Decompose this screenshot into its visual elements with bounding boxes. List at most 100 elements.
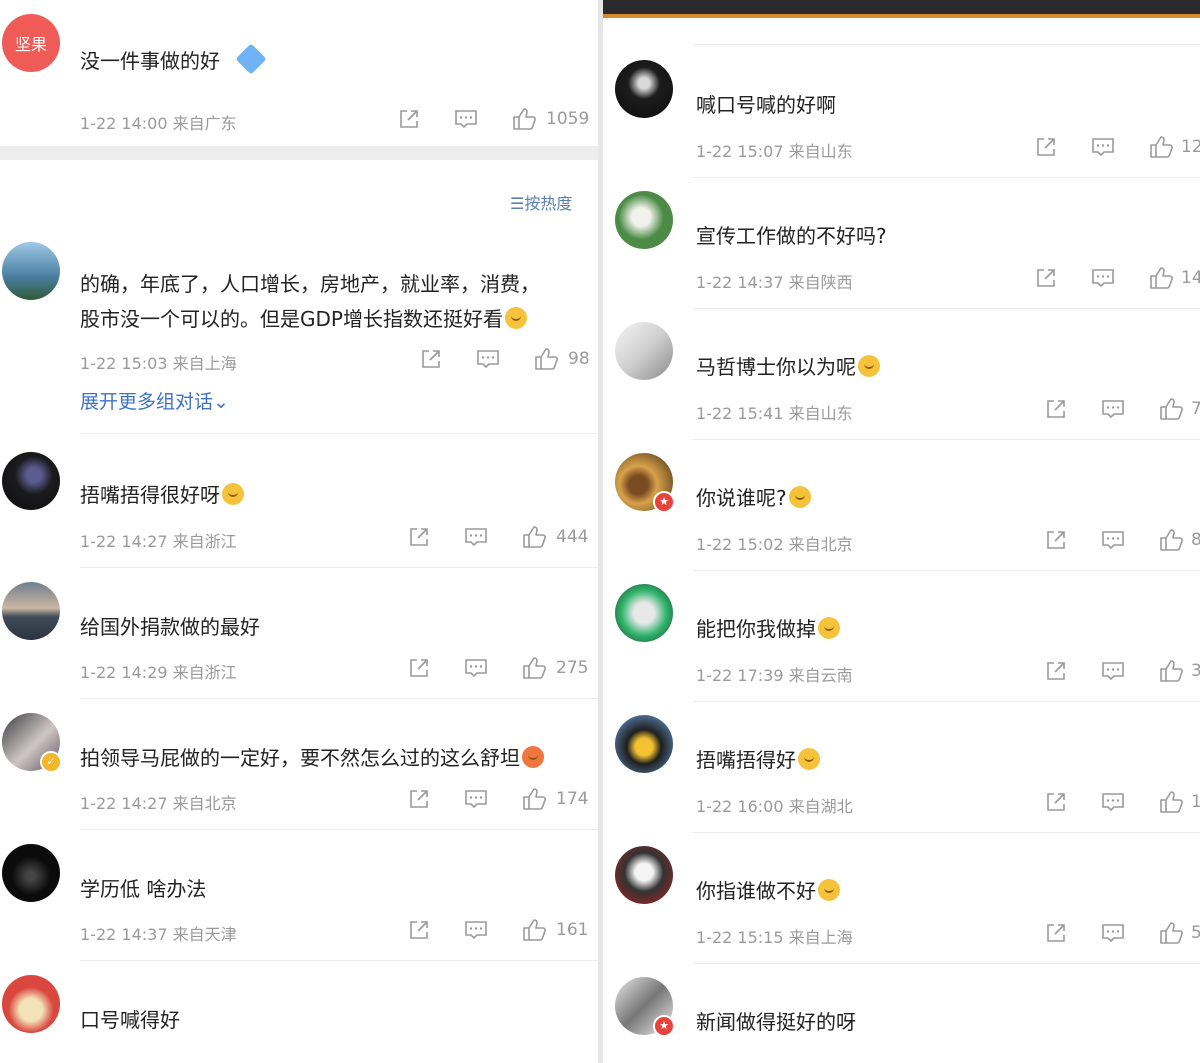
comment-icon[interactable]	[1101, 398, 1125, 420]
avatar[interactable]: ★	[615, 453, 675, 513]
share-icon[interactable]	[1035, 267, 1057, 289]
like-button[interactable]: 174	[522, 787, 588, 811]
share-icon[interactable]	[408, 657, 430, 679]
avatar[interactable]: ★	[615, 977, 675, 1037]
comment-meta: 1-22 15:41 来自山东	[696, 404, 853, 423]
like-button[interactable]: 1	[1159, 790, 1200, 814]
share-icon[interactable]	[1045, 791, 1067, 813]
like-count: 1059	[546, 109, 590, 129]
comment-actions: 14	[1035, 265, 1200, 291]
comment-actions: 275	[408, 655, 588, 681]
comment-actions: 12	[1035, 134, 1200, 160]
avatar[interactable]	[2, 582, 60, 640]
comment-icon[interactable]	[464, 788, 488, 810]
like-button[interactable]: 8	[1159, 528, 1200, 552]
comment-item[interactable]: ★ 新闻做得挺好的呀	[603, 967, 1200, 1063]
share-icon[interactable]	[1045, 922, 1067, 944]
like-button[interactable]: 1059	[512, 107, 589, 131]
right-comment-panel: 喊口号喊的好啊 1-22 15:07 来自山东 12 宣传工作做的不好吗? 1-22…	[603, 0, 1200, 1063]
comment-icon[interactable]	[1101, 791, 1125, 813]
comment-item[interactable]: 的确，年底了，人口增长，房地产，就业率，消费， 股市没一个可以的。但是GDP增长…	[0, 240, 598, 435]
comment-icon[interactable]	[1091, 267, 1115, 289]
thumbs-up-icon	[1160, 791, 1183, 813]
comment-icon[interactable]	[1101, 529, 1125, 551]
sort-toggle[interactable]: ☰按热度	[510, 190, 572, 214]
avatar[interactable]: 坚果	[2, 14, 60, 72]
avatar[interactable]	[615, 715, 673, 773]
share-icon[interactable]	[1045, 398, 1067, 420]
avatar[interactable]	[2, 242, 60, 300]
share-icon[interactable]	[408, 919, 430, 941]
comment-icon[interactable]	[464, 919, 488, 941]
like-button[interactable]: 12	[1149, 135, 1200, 159]
like-button[interactable]: 161	[522, 918, 588, 942]
like-button[interactable]: 5	[1159, 921, 1200, 945]
comment-actions: 444	[408, 524, 588, 550]
comment-item[interactable]: 口号喊得好	[0, 965, 598, 1063]
avatar[interactable]	[2, 975, 60, 1033]
verified-badge-icon: ★	[653, 1015, 675, 1037]
comment-meta: 1-22 16:00 来自湖北	[696, 797, 853, 816]
avatar[interactable]	[2, 844, 60, 902]
like-button[interactable]: 14	[1149, 266, 1200, 290]
comment-meta: 1-22 17:39 来自云南	[696, 666, 853, 685]
avatar[interactable]	[615, 191, 673, 249]
share-icon[interactable]	[1045, 529, 1067, 551]
doge-emoji-icon	[798, 748, 820, 770]
avatar[interactable]	[615, 846, 673, 904]
share-icon[interactable]	[1045, 660, 1067, 682]
like-button[interactable]: 98	[534, 347, 590, 371]
comment-actions: 98	[420, 346, 590, 372]
comment-actions: 161	[408, 917, 588, 943]
comment-item[interactable]: 学历低 啥办法 1-22 14:37 来自天津 161	[0, 834, 598, 964]
sort-icon: ☰	[510, 194, 525, 213]
avatar[interactable]	[2, 452, 60, 510]
comment-meta: 1-22 15:02 来自北京	[696, 535, 853, 554]
comment-icon[interactable]	[476, 348, 500, 370]
comment-icon[interactable]	[1101, 922, 1125, 944]
comment-text: 给国外捐款做的最好	[80, 615, 260, 639]
comment-icon[interactable]	[464, 657, 488, 679]
comment-item[interactable]: 你指谁做不好 1-22 15:15 来自上海 5	[603, 836, 1200, 966]
comment-text: 你说谁呢?	[696, 481, 811, 515]
comment-item[interactable]: 捂嘴捂得很好呀 1-22 14:27 来自浙江 444	[0, 440, 598, 570]
avatar[interactable]: ✓	[2, 713, 62, 773]
comment-item[interactable]: 坚果 没一件事做的好 1-22 14:00 来自广东 1059	[0, 0, 598, 145]
comment-meta: 1-22 14:27 来自北京	[80, 794, 237, 813]
comment-icon[interactable]	[1091, 136, 1115, 158]
divider	[693, 832, 1200, 833]
like-button[interactable]: 3	[1159, 659, 1200, 683]
comment-item[interactable]: 给国外捐款做的最好 1-22 14:29 来自浙江 275	[0, 572, 598, 702]
comment-actions: 5	[1045, 920, 1200, 946]
share-icon[interactable]	[408, 788, 430, 810]
share-icon[interactable]	[408, 526, 430, 548]
like-button[interactable]: 275	[522, 656, 588, 680]
thumbs-up-icon	[523, 788, 546, 810]
like-button[interactable]: 7	[1159, 397, 1200, 421]
comment-icon[interactable]	[464, 526, 488, 548]
share-icon[interactable]	[1035, 136, 1057, 158]
share-icon[interactable]	[420, 348, 442, 370]
comment-item[interactable]: 捂嘴捂得好 1-22 16:00 来自湖北 1	[603, 705, 1200, 835]
laughing-emoji-icon	[858, 355, 880, 377]
comment-icon[interactable]	[1101, 660, 1125, 682]
share-icon[interactable]	[398, 108, 420, 130]
diamond-badge-icon	[235, 43, 267, 75]
avatar[interactable]	[615, 322, 673, 380]
comment-actions: 1059	[398, 106, 589, 132]
comment-item[interactable]: 能把你我做掉 1-22 17:39 来自云南 3	[603, 574, 1200, 704]
like-button[interactable]: 444	[522, 525, 588, 549]
like-count: 3	[1191, 661, 1200, 681]
comment-icon[interactable]	[454, 108, 478, 130]
avatar[interactable]	[615, 584, 673, 642]
expand-replies-link[interactable]: 展开更多组对话⌄	[80, 387, 229, 414]
comment-item[interactable]: ★ 你说谁呢? 1-22 15:02 来自北京 8	[603, 443, 1200, 573]
comment-actions: 3	[1045, 658, 1200, 684]
comment-item[interactable]: 宣传工作做的不好吗? 1-22 14:37 来自陕西 14	[603, 181, 1200, 311]
comment-item[interactable]: 马哲博士你以为呢 1-22 15:41 来自山东 7	[603, 312, 1200, 442]
top-bar	[603, 0, 1200, 18]
comment-item[interactable]: ✓ 拍领导马屁做的一定好，要不然怎么过的这么舒坦 1-22 14:27 来自北京…	[0, 703, 598, 833]
comment-text: 捂嘴捂得好	[696, 743, 820, 777]
avatar[interactable]	[615, 60, 673, 118]
comment-item[interactable]: 喊口号喊的好啊 1-22 15:07 来自山东 12	[603, 50, 1200, 180]
